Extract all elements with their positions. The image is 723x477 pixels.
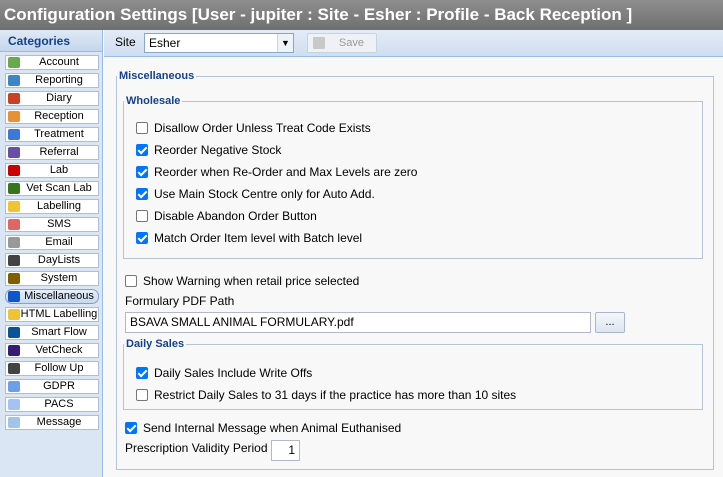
sidebar-item-smart-flow[interactable]: Smart Flow <box>5 325 99 340</box>
sidebar-item-pacs[interactable]: PACS <box>5 397 99 412</box>
sidebar-item-label: Miscellaneous <box>24 290 94 302</box>
sidebar-item-label: HTML Labelling <box>20 308 98 320</box>
sidebar-item-label: Follow Up <box>34 362 84 374</box>
formulary-path-input[interactable]: BSAVA SMALL ANIMAL FORMULARY.pdf <box>125 312 591 333</box>
wholesale-legend: Wholesale <box>126 95 181 107</box>
sidebar-item-label: SMS <box>47 218 71 230</box>
system-icon <box>8 273 20 284</box>
labelling-icon <box>8 201 20 212</box>
lab-icon <box>8 165 20 176</box>
site-select-value: Esher <box>149 36 181 50</box>
diary-icon <box>8 93 20 104</box>
sidebar-item-label: Labelling <box>36 200 82 212</box>
sidebar-item-label: Email <box>45 236 73 248</box>
follow-up-icon <box>8 363 20 374</box>
sidebar-item-referral[interactable]: Referral <box>5 145 99 160</box>
floppy-disk-icon <box>313 37 325 49</box>
sidebar-item-message[interactable]: Message <box>5 415 99 430</box>
sidebar-item-label: GDPR <box>43 380 75 392</box>
prescription-validity-label: Prescription Validity Period <box>125 441 268 455</box>
checkbox[interactable] <box>136 210 148 222</box>
browse-button[interactable]: ... <box>595 312 625 333</box>
window-title: Configuration Settings [User - jupiter :… <box>0 0 723 30</box>
sidebar-item-label: Lab <box>49 164 69 176</box>
sidebar-item-vet-scan-lab[interactable]: Vet Scan Lab <box>5 181 99 196</box>
categories-list: Account Reporting Diary Reception Treatment R… <box>5 55 99 433</box>
vet-scan-lab-icon <box>8 183 20 194</box>
referral-icon <box>8 147 20 158</box>
checkbox[interactable] <box>136 389 148 401</box>
checkbox[interactable] <box>136 188 148 200</box>
vetcheck-icon <box>8 345 20 356</box>
sidebar-item-diary[interactable]: Diary <box>5 91 99 106</box>
reception-icon <box>8 111 20 122</box>
sidebar-item-label: VetCheck <box>35 344 83 356</box>
account-icon <box>8 57 20 68</box>
formulary-label: Formulary PDF Path <box>125 294 235 308</box>
sidebar-item-label: DayLists <box>37 254 81 266</box>
html-labelling-icon <box>8 309 20 320</box>
daylists-icon <box>8 255 20 266</box>
categories-header: Categories <box>0 30 102 52</box>
prescription-validity-input[interactable]: 1 <box>271 440 300 461</box>
checkbox[interactable] <box>136 367 148 379</box>
sidebar-item-treatment[interactable]: Treatment <box>5 127 99 142</box>
sidebar-item-system[interactable]: System <box>5 271 99 286</box>
sidebar-item-follow-up[interactable]: Follow Up <box>5 361 99 376</box>
checkbox[interactable] <box>125 275 137 287</box>
sidebar-item-reporting[interactable]: Reporting <box>5 73 99 88</box>
miscellaneous-icon <box>8 291 20 302</box>
sidebar-item-labelling[interactable]: Labelling <box>5 199 99 214</box>
categories-sidebar: Categories Account Reporting Diary Receptio… <box>0 30 103 477</box>
sidebar-item-label: Message <box>36 416 82 428</box>
chevron-down-icon[interactable]: ▼ <box>277 34 293 52</box>
sms-icon <box>8 219 20 230</box>
sidebar-item-vetcheck[interactable]: VetCheck <box>5 343 99 358</box>
sidebar-item-label: Smart Flow <box>31 326 87 338</box>
smart-flow-icon <box>8 327 20 338</box>
reporting-icon <box>8 75 20 86</box>
sidebar-item-label: Diary <box>46 92 72 104</box>
sidebar-item-label: Treatment <box>34 128 84 140</box>
sidebar-item-sms[interactable]: SMS <box>5 217 99 232</box>
checkbox[interactable] <box>136 166 148 178</box>
miscellaneous-legend: Miscellaneous <box>119 70 195 82</box>
checkbox[interactable] <box>136 144 148 156</box>
checkbox[interactable] <box>136 122 148 134</box>
sidebar-item-miscellaneous[interactable]: Miscellaneous <box>5 289 99 304</box>
sidebar-item-gdpr[interactable]: GDPR <box>5 379 99 394</box>
sidebar-item-label: Account <box>39 56 79 68</box>
pacs-icon <box>8 399 20 410</box>
sidebar-item-lab[interactable]: Lab <box>5 163 99 178</box>
sidebar-item-account[interactable]: Account <box>5 55 99 70</box>
save-button-label: Save <box>338 37 364 49</box>
checkbox[interactable] <box>136 232 148 244</box>
sidebar-item-label: Vet Scan Lab <box>26 182 92 194</box>
treatment-icon <box>8 129 20 140</box>
sidebar-item-daylists[interactable]: DayLists <box>5 253 99 268</box>
email-icon <box>8 237 20 248</box>
sidebar-item-label: Reception <box>34 110 84 122</box>
sidebar-item-html-labelling[interactable]: HTML Labelling <box>5 307 99 322</box>
sidebar-item-label: Reporting <box>35 74 83 86</box>
sidebar-item-reception[interactable]: Reception <box>5 109 99 124</box>
save-button[interactable]: Save <box>307 33 377 53</box>
sidebar-item-label: System <box>40 272 78 284</box>
sidebar-item-label: PACS <box>44 398 74 410</box>
sidebar-item-label: Referral <box>39 146 79 158</box>
settings-panel: Site Esher ▼ Save Miscellaneous Wholesal… <box>104 30 723 477</box>
sidebar-item-email[interactable]: Email <box>5 235 99 250</box>
site-label: Site <box>115 35 136 49</box>
site-select[interactable]: Esher ▼ <box>144 33 294 53</box>
checkbox[interactable] <box>125 422 137 434</box>
daily-sales-legend: Daily Sales <box>126 338 185 350</box>
toolbar: Site Esher ▼ Save <box>104 30 723 57</box>
message-icon <box>8 417 20 428</box>
gdpr-icon <box>8 381 20 392</box>
